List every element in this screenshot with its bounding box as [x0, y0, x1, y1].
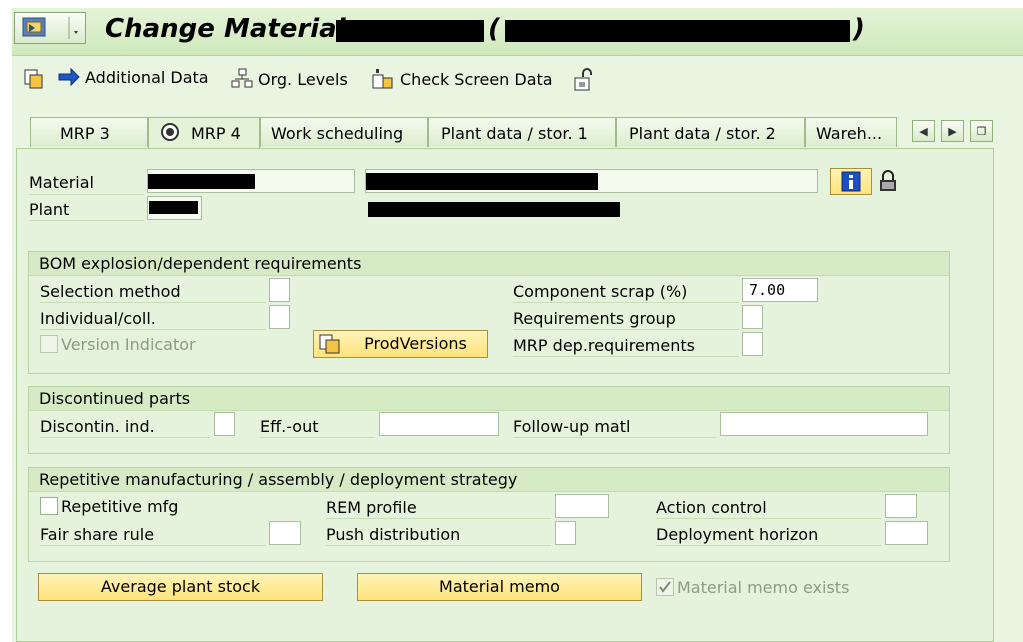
system-menu-button[interactable]	[14, 12, 86, 44]
tab-plant-data-stor-1[interactable]: Plant data / stor. 1	[428, 117, 616, 147]
individual-coll-field[interactable]	[269, 305, 290, 329]
selection-method-field[interactable]	[269, 278, 290, 302]
version-indicator-checkbox[interactable]	[40, 335, 58, 353]
fair-share-rule-field[interactable]	[269, 521, 301, 545]
material-label-underline	[29, 194, 144, 195]
check-screen-data-button[interactable]: Check Screen Data	[370, 67, 553, 91]
system-menu-icon	[22, 17, 78, 39]
deployment-horizon-label: Deployment horizon	[656, 525, 819, 544]
bom-group-title: BOM explosion/dependent requirements	[29, 252, 949, 276]
discontinued-group-title: Discontinued parts	[29, 387, 949, 411]
fair-share-rule-underline	[40, 545, 266, 546]
info-button[interactable]	[830, 168, 872, 195]
material-memo-button[interactable]: Material memo	[357, 573, 642, 601]
follow-up-matl-field[interactable]	[720, 412, 928, 436]
component-scrap-field[interactable]: 7.00	[742, 278, 818, 302]
eff-out-field[interactable]	[379, 412, 499, 436]
discontin-ind-underline	[40, 437, 210, 438]
push-distribution-label: Push distribution	[326, 525, 461, 544]
version-indicator-label: Version Indicator	[61, 335, 196, 354]
repetitive-group-title: Repetitive manufacturing / assembly / de…	[29, 468, 949, 492]
tab-list-button[interactable]: ❐	[970, 120, 993, 142]
rem-profile-field[interactable]	[555, 494, 609, 518]
redacted-plant-description	[368, 202, 620, 217]
bom-explosion-group: BOM explosion/dependent requirements	[28, 251, 950, 374]
rem-profile-underline	[326, 518, 551, 519]
redacted-material-value	[148, 174, 255, 189]
selection-method-underline	[40, 302, 266, 303]
requirements-group-label: Requirements group	[513, 309, 676, 328]
redacted-material-description	[505, 20, 850, 42]
title-close-paren: )	[853, 14, 865, 44]
tab-mrp-4[interactable]: MRP 4	[148, 117, 260, 149]
push-distribution-field[interactable]	[555, 521, 576, 545]
repetitive-mfg-checkbox[interactable]	[40, 497, 58, 515]
material-memo-exists-checkbox[interactable]	[656, 578, 674, 596]
tab-list-icon: ❐	[976, 124, 987, 138]
mrp-dep-requirements-label: MRP dep.requirements	[513, 336, 695, 355]
action-control-field[interactable]	[885, 494, 917, 518]
follow-up-matl-label: Follow-up matl	[513, 417, 631, 436]
repetitive-mfg-label: Repetitive mfg	[61, 497, 179, 516]
component-scrap-underline	[513, 302, 739, 303]
prodversions-button[interactable]: ProdVersions	[313, 330, 488, 358]
individual-coll-label: Individual/coll.	[40, 309, 156, 328]
individual-coll-underline	[40, 329, 266, 330]
additional-data-button[interactable]: Additional Data	[57, 67, 209, 87]
plant-label: Plant	[29, 200, 70, 219]
discontin-ind-label: Discontin. ind.	[40, 417, 155, 436]
redacted-material-number	[336, 20, 484, 42]
title-open-paren: (	[488, 14, 500, 44]
redacted-plant-value	[149, 201, 198, 214]
tab-mrp-4-icon	[161, 123, 179, 141]
fair-share-rule-label: Fair share rule	[40, 525, 155, 544]
follow-up-matl-underline	[513, 437, 716, 438]
info-icon	[841, 171, 861, 192]
action-control-label: Action control	[656, 498, 767, 517]
requirements-group-underline	[513, 329, 739, 330]
component-scrap-label: Component scrap (%)	[513, 282, 688, 301]
deployment-horizon-underline	[656, 545, 881, 546]
display-change-button[interactable]	[572, 67, 598, 93]
prodversions-icon	[319, 334, 340, 354]
selection-method-label: Selection method	[40, 282, 181, 301]
chevron-right-icon: ▶	[948, 124, 957, 138]
page-title: Change Material	[105, 14, 346, 44]
average-plant-stock-button[interactable]: Average plant stock	[38, 573, 323, 601]
mrp-dep-requirements-field[interactable]	[742, 332, 763, 356]
mrp-dep-requirements-underline	[513, 356, 739, 357]
rem-profile-label: REM profile	[326, 498, 417, 517]
org-levels-icon	[231, 68, 253, 88]
material-memo-exists-label: Material memo exists	[677, 578, 850, 597]
tab-mrp-3[interactable]: MRP 3	[30, 117, 148, 147]
discontin-ind-field[interactable]	[214, 412, 235, 436]
eff-out-underline	[260, 437, 375, 438]
other-material-icon	[24, 69, 43, 89]
material-label: Material	[29, 173, 94, 192]
deployment-horizon-field[interactable]	[885, 521, 928, 545]
lock-icon	[880, 170, 896, 191]
redacted-description-value	[366, 173, 598, 190]
lock-toggle-icon	[574, 68, 592, 91]
org-levels-button[interactable]: Org. Levels	[230, 67, 348, 91]
checkmark-icon	[659, 581, 671, 593]
tab-scroll-left-button[interactable]: ◀	[912, 120, 935, 142]
plant-label-underline	[29, 220, 144, 221]
tab-warehouse[interactable]: Wareh...	[805, 117, 897, 147]
chevron-left-icon: ◀	[919, 124, 928, 138]
tab-plant-data-stor-2[interactable]: Plant data / stor. 2	[616, 117, 805, 147]
tb-icon-other-material[interactable]	[22, 67, 46, 91]
tab-scroll-right-button[interactable]: ▶	[941, 120, 964, 142]
eff-out-label: Eff.-out	[260, 417, 319, 436]
check-screen-data-icon	[372, 69, 393, 89]
push-distribution-underline	[326, 545, 551, 546]
action-control-underline	[656, 518, 881, 519]
arrow-right-icon	[58, 67, 80, 87]
requirements-group-field[interactable]	[742, 305, 763, 329]
tab-work-scheduling[interactable]: Work scheduling	[260, 117, 428, 147]
